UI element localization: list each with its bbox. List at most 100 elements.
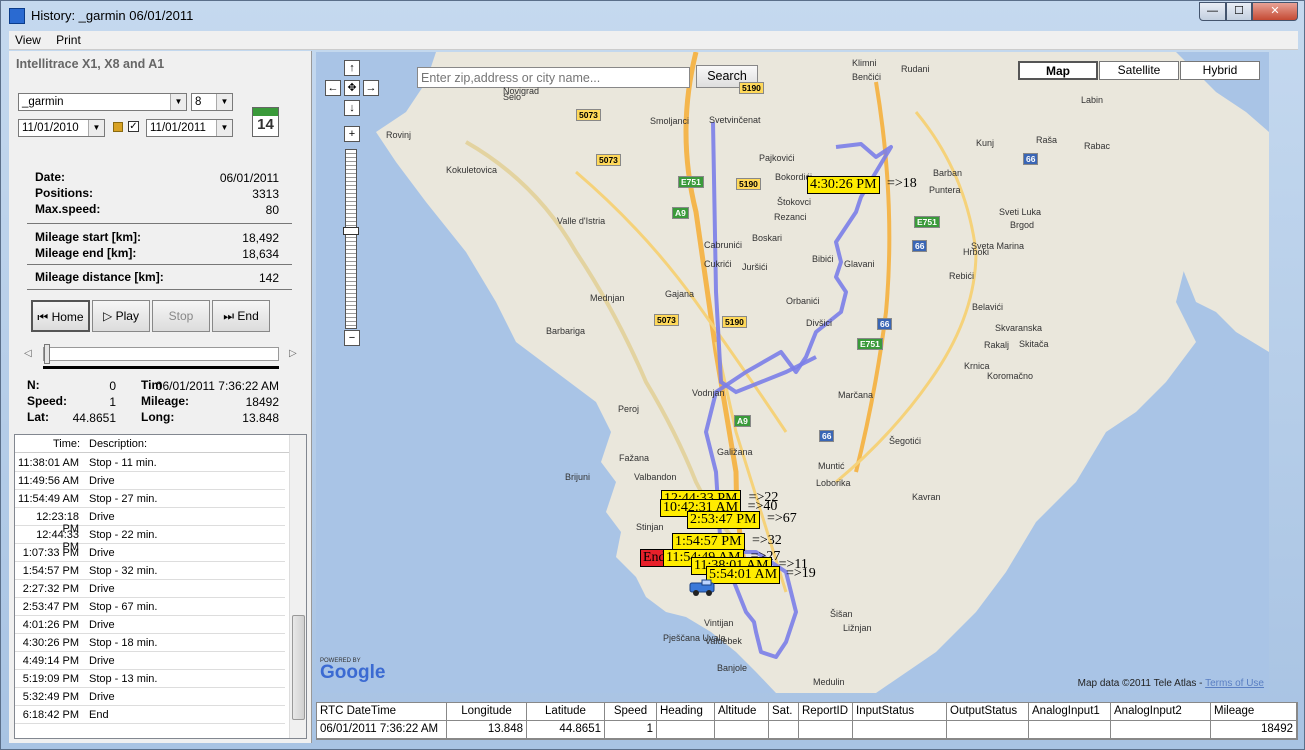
close-button[interactable]: ✕ [1252, 2, 1298, 21]
zoom-out-icon[interactable]: − [344, 330, 360, 346]
device-select[interactable]: _garmin ▼ [18, 93, 187, 111]
map-type-satellite-button[interactable]: Satellite [1099, 61, 1179, 80]
grid-column-header[interactable]: AnalogInput2 [1111, 703, 1211, 721]
grid-cell[interactable]: 44.8651 [527, 721, 605, 739]
grid-column-header[interactable]: Sat. [769, 703, 799, 721]
grid-cell[interactable] [657, 721, 715, 739]
event-row[interactable]: 2:27:32 PM Drive [15, 580, 285, 598]
position-grid[interactable]: RTC DateTime 06/01/2011 7:36:22 AM Longitu… [316, 702, 1298, 740]
vehicle-icon[interactable] [688, 579, 718, 597]
grid-column-header[interactable]: Speed [605, 703, 657, 721]
pan-right-icon[interactable]: → [363, 80, 379, 96]
event-row[interactable]: 1:07:33 PM Drive [15, 544, 285, 562]
menu-print[interactable]: Print [50, 31, 87, 49]
grid-column-header[interactable]: RTC DateTime [317, 703, 447, 721]
grid-cell[interactable] [769, 721, 799, 739]
lat-label: Lat: [27, 410, 49, 424]
calendar-icon[interactable]: 14 [252, 107, 279, 137]
zoom-in-icon[interactable]: + [344, 126, 360, 142]
grid-cell[interactable] [1111, 721, 1211, 739]
slider-right-arrow-icon[interactable]: ▷ [289, 348, 297, 359]
play-button[interactable]: ▷ Play [92, 300, 150, 332]
grid-cell[interactable] [853, 721, 947, 739]
event-row[interactable]: 12:23:18 PM Drive [15, 508, 285, 535]
map-type-hybrid-button[interactable]: Hybrid [1180, 61, 1260, 80]
map-search-input[interactable] [417, 67, 690, 88]
map-town-label: Štokovci [777, 197, 812, 207]
playback-slider[interactable] [43, 347, 279, 361]
event-list-scrollbar[interactable] [289, 435, 306, 738]
grid-column-header[interactable]: Latitude [527, 703, 605, 721]
event-row[interactable]: 2:53:47 PM Stop - 67 min. [15, 598, 285, 616]
count-select[interactable]: 8 ▼ [191, 93, 233, 111]
title-bar: History: _garmin 06/01/2011 — ☐ ✕ [1, 1, 1304, 31]
map-town-label: Brijuni [565, 472, 591, 482]
date-from-value: 11/01/2010 [22, 122, 79, 134]
maximize-button[interactable]: ☐ [1226, 2, 1252, 21]
positions-label: Positions: [35, 186, 94, 200]
date-link-checkbox[interactable]: ✓ [128, 121, 139, 132]
time-column-header[interactable]: Time: [53, 438, 80, 450]
zoom-slider-thumb[interactable] [343, 227, 359, 235]
grid-column-header[interactable]: Heading [657, 703, 715, 721]
date-from-picker[interactable]: 11/01/2010 ▼ [18, 119, 105, 137]
event-row[interactable]: 4:30:26 PM Stop - 18 min. [15, 634, 285, 652]
slider-left-arrow-icon[interactable]: ◁ [24, 348, 32, 359]
grid-cell[interactable] [947, 721, 1029, 739]
event-description: Stop - 32 min. [89, 565, 158, 577]
map-town-label: Valbandon [634, 472, 677, 482]
zoom-slider[interactable] [345, 149, 357, 329]
pan-down-icon[interactable]: ↓ [344, 100, 360, 116]
grid-cell[interactable]: 13.848 [447, 721, 527, 739]
event-description: Drive [89, 583, 115, 595]
terms-of-use-link[interactable]: Terms of Use [1205, 678, 1264, 689]
grid-column-header[interactable]: InputStatus [853, 703, 947, 721]
description-column-header[interactable]: Description: [89, 438, 147, 450]
stop-button[interactable]: Stop [152, 300, 210, 332]
event-row[interactable]: 11:38:01 AM Stop - 11 min. [15, 454, 285, 472]
event-time: 11:38:01 AM [18, 457, 79, 469]
grid-column-header[interactable]: Altitude [715, 703, 769, 721]
event-list[interactable]: Time: Description: 11:38:01 AM Stop - 11 … [14, 434, 307, 739]
event-row[interactable]: 5:32:49 PM Drive [15, 688, 285, 706]
google-logo[interactable]: Google [320, 662, 385, 684]
minimize-button[interactable]: — [1199, 2, 1226, 21]
map-town-label: Boskari [752, 233, 783, 243]
grid-cell[interactable]: 1 [605, 721, 657, 739]
event-row[interactable]: 4:01:26 PM Drive [15, 616, 285, 634]
grid-column-header[interactable]: OutputStatus [947, 703, 1029, 721]
end-button[interactable]: ⏭ End [212, 300, 270, 332]
pan-up-icon[interactable]: ↑ [344, 60, 360, 76]
grid-cell[interactable]: 06/01/2011 7:36:22 AM [317, 721, 447, 739]
event-row[interactable]: 1:54:57 PM Stop - 32 min. [15, 562, 285, 580]
event-row[interactable]: 6:18:42 PM End [15, 706, 285, 724]
grid-column-header[interactable]: AnalogInput1 [1029, 703, 1111, 721]
event-row[interactable]: 12:44:33 PM Stop - 22 min. [15, 526, 285, 553]
slider-thumb[interactable] [44, 344, 50, 364]
road-shield: E751 [857, 338, 883, 350]
pan-center-icon[interactable]: ✥ [344, 80, 360, 96]
grid-cell[interactable] [799, 721, 853, 739]
event-row[interactable]: 5:19:09 PM Stop - 13 min. [15, 670, 285, 688]
mileage-value: 18492 [245, 395, 279, 409]
event-row[interactable]: 11:54:49 AM Stop - 27 min. [15, 490, 285, 508]
grid-cell[interactable] [715, 721, 769, 739]
pan-left-icon[interactable]: ← [325, 80, 341, 96]
home-button[interactable]: ⏮ Home [31, 300, 90, 332]
grid-cell[interactable]: 18492 [1211, 721, 1297, 739]
grid-column-header[interactable]: Mileage [1211, 703, 1297, 721]
grid-cell[interactable] [1029, 721, 1111, 739]
date-to-picker[interactable]: 11/01/2011 ▼ [146, 119, 233, 137]
map-view[interactable]: Map Satellite Hybrid Search ↑ ← ✥ → ↓ + … [316, 52, 1269, 693]
event-row[interactable]: 4:49:14 PM Drive [15, 652, 285, 670]
menu-view[interactable]: View [9, 31, 47, 49]
event-row[interactable]: 11:49:56 AM Drive [15, 472, 285, 490]
map-type-map-button[interactable]: Map [1018, 61, 1098, 80]
stop-marker[interactable]: 4:30:26 PM [807, 176, 880, 194]
scrollbar-thumb[interactable] [292, 615, 305, 720]
mileage-label: Mileage: [141, 394, 190, 408]
grid-column-header[interactable]: ReportID [799, 703, 853, 721]
map-town-label: Gajana [665, 289, 695, 299]
stop-marker[interactable]: 2:53:47 PM [687, 511, 760, 529]
grid-column-header[interactable]: Longitude [447, 703, 527, 721]
